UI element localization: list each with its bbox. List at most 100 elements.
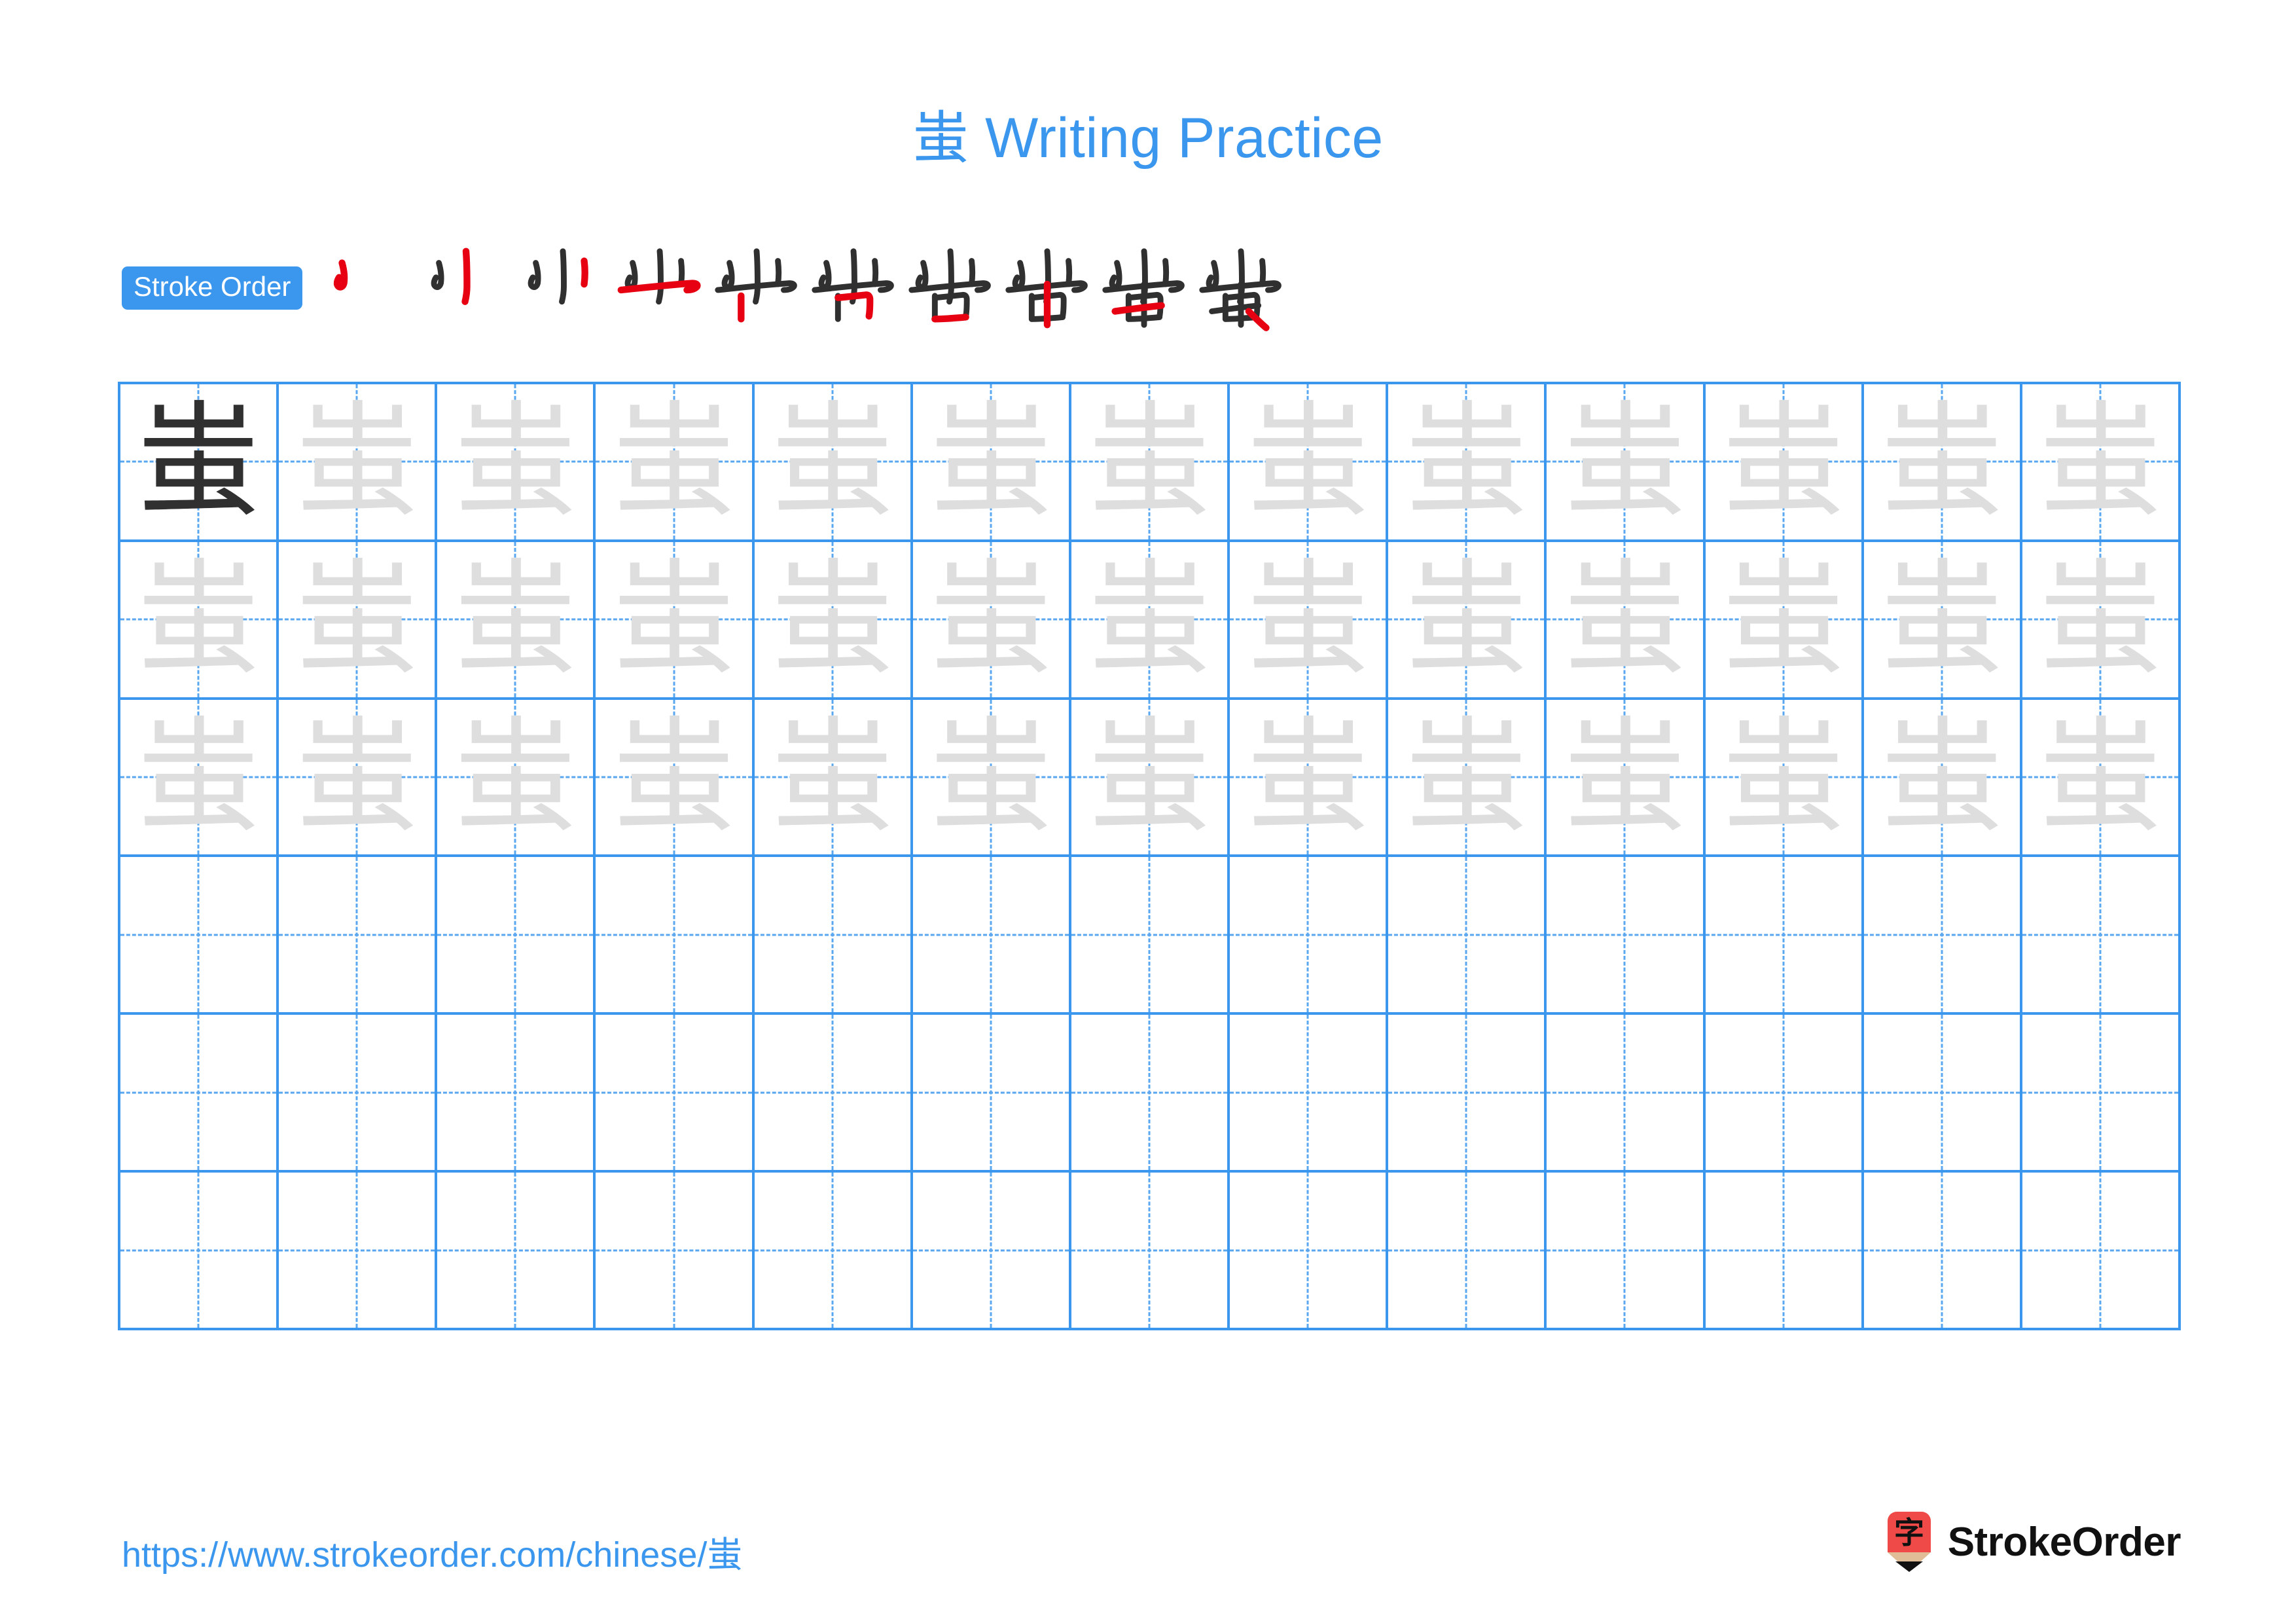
cell-character: 蚩: [1721, 547, 1845, 691]
practice-cell-r3-c11[interactable]: 蚩: [1705, 699, 1864, 858]
practice-cell-r4-c1[interactable]: [120, 857, 279, 1015]
cell-empty: [120, 1173, 276, 1328]
practice-cell-r3-c13[interactable]: 蚩: [2022, 699, 2181, 858]
practice-cell-r6-c2[interactable]: [279, 1173, 438, 1330]
practice-cell-r1-c12[interactable]: 蚩: [1863, 384, 2022, 542]
practice-cell-r4-c4[interactable]: [596, 857, 755, 1015]
practice-cell-r2-c12[interactable]: 蚩: [1863, 541, 2022, 700]
practice-cell-r5-c10[interactable]: [1547, 1015, 1706, 1173]
cell-character: 蚩: [1563, 390, 1687, 534]
practice-cell-r3-c9[interactable]: 蚩: [1388, 699, 1547, 858]
cell-empty: [1388, 1173, 1544, 1328]
practice-cell-r5-c8[interactable]: [1230, 1015, 1389, 1173]
cell-character: 蚩: [137, 390, 260, 534]
practice-cell-r6-c8[interactable]: [1230, 1173, 1389, 1330]
practice-cell-r6-c10[interactable]: [1547, 1173, 1706, 1330]
practice-cell-r6-c12[interactable]: [1863, 1173, 2022, 1330]
practice-cell-r2-c9[interactable]: 蚩: [1388, 541, 1547, 700]
practice-cell-r3-c10[interactable]: 蚩: [1547, 699, 1706, 858]
practice-cell-r3-c5[interactable]: 蚩: [754, 699, 913, 858]
cell-empty: [1706, 1015, 1861, 1170]
practice-cell-r2-c13[interactable]: 蚩: [2022, 541, 2181, 700]
practice-cell-r5-c7[interactable]: [1071, 1015, 1230, 1173]
practice-cell-r6-c13[interactable]: [2022, 1173, 2181, 1330]
practice-cell-r1-c3[interactable]: 蚩: [437, 384, 596, 542]
practice-cell-r1-c8[interactable]: 蚩: [1230, 384, 1389, 542]
practice-cell-r1-c6[interactable]: 蚩: [912, 384, 1071, 542]
practice-grid-row: 蚩蚩蚩蚩蚩蚩蚩蚩蚩蚩蚩蚩蚩: [120, 699, 2181, 858]
practice-cell-r2-c11[interactable]: 蚩: [1705, 541, 1864, 700]
practice-cell-r2-c5[interactable]: 蚩: [754, 541, 913, 700]
practice-cell-r2-c4[interactable]: 蚩: [596, 541, 755, 700]
practice-cell-r2-c7[interactable]: 蚩: [1071, 541, 1230, 700]
practice-cell-r6-c5[interactable]: [754, 1173, 913, 1330]
practice-cell-r2-c1[interactable]: 蚩: [120, 541, 279, 700]
practice-cell-r1-c10[interactable]: 蚩: [1547, 384, 1706, 542]
practice-cell-r3-c2[interactable]: 蚩: [279, 699, 438, 858]
cell-character: 蚩: [2038, 705, 2162, 849]
cell-empty: [913, 857, 1069, 1012]
pencil-logo-icon: 字: [1885, 1510, 1933, 1573]
practice-cell-r1-c2[interactable]: 蚩: [279, 384, 438, 542]
practice-cell-r5-c12[interactable]: [1863, 1015, 2022, 1173]
practice-cell-r5-c11[interactable]: [1705, 1015, 1864, 1173]
practice-cell-r5-c5[interactable]: [754, 1015, 913, 1173]
practice-cell-r4-c7[interactable]: [1071, 857, 1230, 1015]
practice-cell-r5-c4[interactable]: [596, 1015, 755, 1173]
practice-cell-r3-c12[interactable]: 蚩: [1863, 699, 2022, 858]
practice-cell-r3-c6[interactable]: 蚩: [912, 699, 1071, 858]
practice-cell-r5-c9[interactable]: [1388, 1015, 1547, 1173]
practice-cell-r6-c3[interactable]: [437, 1173, 596, 1330]
cell-empty: [596, 1173, 751, 1328]
practice-cell-r3-c3[interactable]: 蚩: [437, 699, 596, 858]
practice-cell-r4-c8[interactable]: [1230, 857, 1389, 1015]
practice-cell-r6-c6[interactable]: [912, 1173, 1071, 1330]
practice-cell-r5-c6[interactable]: [912, 1015, 1071, 1173]
cell-character: 蚩: [454, 705, 577, 849]
practice-cell-r6-c9[interactable]: [1388, 1173, 1547, 1330]
practice-cell-r4-c6[interactable]: [912, 857, 1071, 1015]
practice-cell-r2-c10[interactable]: 蚩: [1547, 541, 1706, 700]
practice-cell-r1-c13[interactable]: 蚩: [2022, 384, 2181, 542]
cell-character: 蚩: [295, 705, 419, 849]
practice-cell-r5-c1[interactable]: [120, 1015, 279, 1173]
practice-cell-r5-c2[interactable]: [279, 1015, 438, 1173]
cell-character: 蚩: [1563, 705, 1687, 849]
practice-cell-r4-c10[interactable]: [1547, 857, 1706, 1015]
practice-cell-r4-c12[interactable]: [1863, 857, 2022, 1015]
cell-empty: [1706, 857, 1861, 1012]
cell-character: 蚩: [1246, 390, 1370, 534]
practice-cell-r1-c1[interactable]: 蚩: [120, 384, 279, 542]
cell-character: 蚩: [1405, 390, 1528, 534]
practice-cell-r6-c11[interactable]: [1705, 1173, 1864, 1330]
practice-cell-r1-c9[interactable]: 蚩: [1388, 384, 1547, 542]
practice-cell-r6-c7[interactable]: [1071, 1173, 1230, 1330]
practice-cell-r5-c13[interactable]: [2022, 1015, 2181, 1173]
brand-logo[interactable]: 字 StrokeOrder: [1885, 1506, 2181, 1578]
practice-cell-r4-c11[interactable]: [1705, 857, 1864, 1015]
practice-cell-r1-c4[interactable]: 蚩: [596, 384, 755, 542]
practice-cell-r5-c3[interactable]: [437, 1015, 596, 1173]
practice-cell-r6-c1[interactable]: [120, 1173, 279, 1330]
practice-cell-r2-c8[interactable]: 蚩: [1230, 541, 1389, 700]
practice-cell-r2-c2[interactable]: 蚩: [279, 541, 438, 700]
practice-cell-r3-c4[interactable]: 蚩: [596, 699, 755, 858]
cell-empty: [1547, 1173, 1702, 1328]
practice-cell-r4-c5[interactable]: [754, 857, 913, 1015]
practice-cell-r1-c11[interactable]: 蚩: [1705, 384, 1864, 542]
practice-cell-r6-c4[interactable]: [596, 1173, 755, 1330]
practice-cell-r4-c3[interactable]: [437, 857, 596, 1015]
source-url[interactable]: https://www.strokeorder.com/chinese/蚩: [122, 1525, 742, 1577]
practice-cell-r4-c2[interactable]: [279, 857, 438, 1015]
practice-cell-r4-c13[interactable]: [2022, 857, 2181, 1015]
practice-cell-r1-c5[interactable]: 蚩: [754, 384, 913, 542]
practice-cell-r1-c7[interactable]: 蚩: [1071, 384, 1230, 542]
cell-character: 蚩: [1088, 705, 1211, 849]
practice-cell-r3-c1[interactable]: 蚩: [120, 699, 279, 858]
brand-name: StrokeOrder: [1947, 1519, 2181, 1565]
practice-cell-r2-c6[interactable]: 蚩: [912, 541, 1071, 700]
practice-cell-r2-c3[interactable]: 蚩: [437, 541, 596, 700]
practice-cell-r4-c9[interactable]: [1388, 857, 1547, 1015]
practice-cell-r3-c8[interactable]: 蚩: [1230, 699, 1389, 858]
practice-cell-r3-c7[interactable]: 蚩: [1071, 699, 1230, 858]
